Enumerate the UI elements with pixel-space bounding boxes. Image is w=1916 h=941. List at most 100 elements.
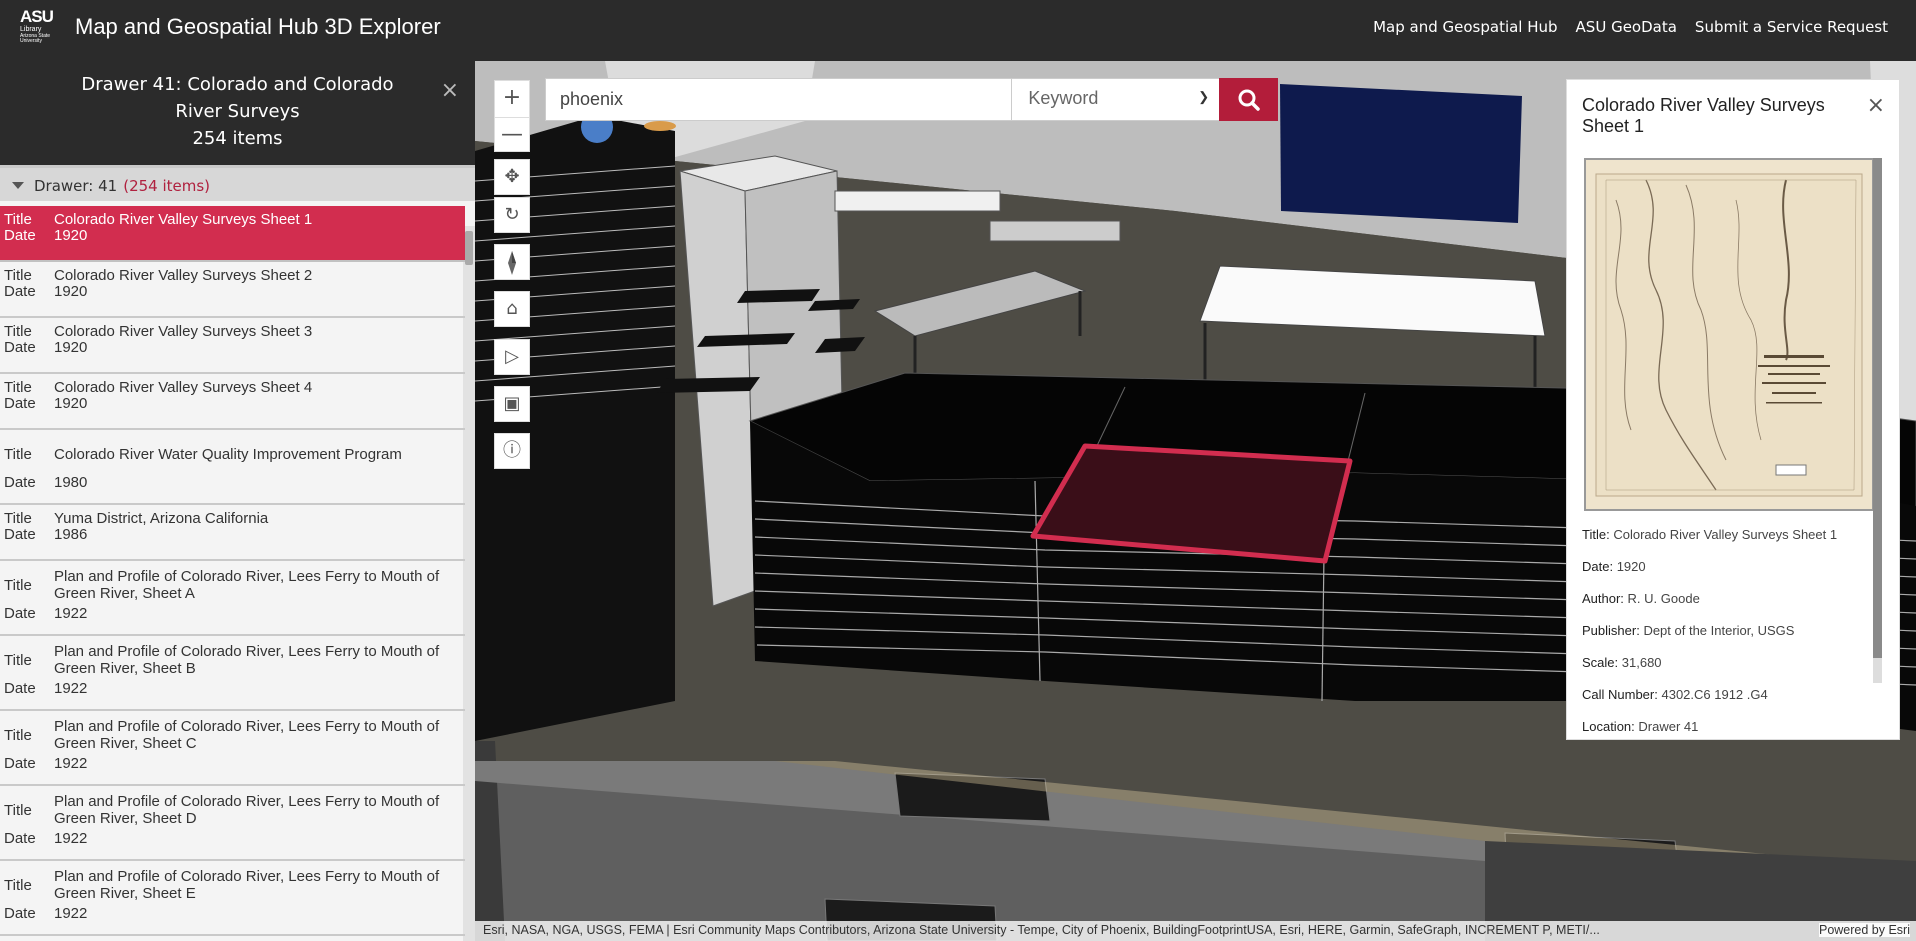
logo-library: Library (20, 26, 42, 33)
title-key: Title (4, 876, 32, 894)
attr-location: Location: Drawer 41 (1582, 719, 1882, 734)
compass-icon[interactable] (494, 244, 530, 280)
attr-label: Author: (1582, 591, 1624, 606)
play-tour-icon[interactable]: ▷ (494, 339, 530, 375)
attr-scale: Scale: 31,680 (1582, 655, 1882, 687)
list-item[interactable]: Title Plan and Profile of Colorado River,… (0, 861, 465, 936)
date-key: Date (4, 283, 36, 300)
map-sheet-image (1586, 160, 1872, 509)
drawer-title-line1: Drawer 41: Colorado and Colorado (81, 74, 394, 95)
home-icon[interactable]: ⌂ (494, 291, 530, 327)
date-key: Date (4, 605, 36, 622)
popup-title: Colorado River Valley Surveys Sheet 1 (1582, 95, 1825, 136)
title-key: Title (4, 445, 32, 463)
search-bar: Keyword ❯ (545, 78, 1279, 121)
list-item[interactable]: Title Colorado River Valley Surveys Sheet… (0, 374, 465, 430)
attr-label: Title: (1582, 527, 1610, 542)
nav-link-service-request[interactable]: Submit a Service Request (1695, 18, 1888, 36)
item-date: 1922 (54, 905, 88, 922)
zoom-in-button[interactable]: + (495, 81, 529, 117)
attr-title: Title: Colorado River Valley Surveys She… (1582, 527, 1882, 559)
list-item[interactable]: Title Plan and Profile of Colorado River,… (0, 636, 465, 711)
search-icon (1238, 89, 1260, 111)
attr-value: Drawer 41 (1638, 719, 1699, 734)
item-title: Plan and Profile of Colorado River, Lees… (54, 568, 440, 602)
close-icon[interactable]: × (441, 77, 459, 104)
pan-icon[interactable]: ✥ (494, 159, 530, 195)
title-key: Title (4, 801, 32, 819)
item-date: 1920 (54, 395, 88, 412)
date-key: Date (4, 830, 36, 847)
date-key: Date (4, 905, 36, 922)
chevron-down-icon: ❯ (1198, 89, 1210, 104)
item-date: 1920 (54, 283, 88, 300)
search-input[interactable] (546, 79, 1012, 120)
title-key: Title (4, 267, 32, 284)
group-label: Drawer: 41 (34, 177, 118, 195)
title-key: Title (4, 323, 32, 340)
logo-university: Arizona State University (20, 33, 51, 44)
item-title: Colorado River Valley Surveys Sheet 4 (54, 379, 313, 396)
item-popup: Colorado River Valley Surveys Sheet 1 × … (1566, 79, 1900, 740)
date-key: Date (4, 227, 36, 244)
list-item[interactable]: Title Colorado River Water Quality Improv… (0, 430, 465, 505)
attr-label: Call Number: (1582, 687, 1658, 702)
item-title: Plan and Profile of Colorado River, Lees… (54, 718, 440, 752)
attr-date: Date: 1920 (1582, 559, 1882, 591)
attr-publisher: Publisher: Dept of the Interior, USGS (1582, 623, 1882, 655)
date-key: Date (4, 339, 36, 356)
attr-label: Scale: (1582, 655, 1619, 670)
zoom-control: + — (494, 80, 530, 152)
date-key: Date (4, 395, 36, 412)
date-key: Date (4, 474, 36, 491)
nav-link-map-hub[interactable]: Map and Geospatial Hub (1373, 18, 1557, 36)
attr-author: Author: R. U. Goode (1582, 591, 1882, 623)
title-key: Title (4, 379, 32, 396)
attribution-text: Esri, NASA, NGA, USGS, FEMA | Esri Commu… (483, 923, 1600, 937)
list-item[interactable]: Title Colorado River Valley Surveys Sheet… (0, 206, 465, 262)
list-item[interactable]: Title Yuma District, Arizona California Da… (0, 505, 465, 561)
title-key: Title (4, 510, 32, 527)
item-title: Plan and Profile of Colorado River, Lees… (54, 868, 440, 902)
caret-down-icon (12, 182, 24, 189)
scrollbar-thumb[interactable] (465, 231, 473, 265)
info-icon[interactable]: ⓘ (494, 433, 530, 469)
attr-value: 4302.C6 1912 .G4 (1661, 687, 1768, 702)
search-type-select[interactable]: Keyword ❯ (1011, 79, 1219, 120)
drawer-title-line2: River Surveys (175, 101, 300, 122)
zoom-out-button[interactable]: — (495, 117, 529, 153)
item-date: 1920 (54, 227, 88, 244)
attr-label: Location: (1582, 719, 1635, 734)
rotate-icon[interactable]: ↻ (494, 197, 530, 233)
drawer-heading: Drawer 41: Colorado and Colorado River S… (0, 61, 475, 165)
item-title: Yuma District, Arizona California (54, 510, 269, 527)
app-header: ASU Library Arizona State University Map… (0, 0, 1916, 61)
list-item[interactable]: Title Colorado River Valley Surveys Sheet… (0, 262, 465, 318)
basemap-gallery-icon[interactable]: ▣ (494, 386, 530, 422)
asu-library-logo[interactable]: ASU Library Arizona State University (20, 8, 58, 52)
item-title: Colorado River Valley Surveys Sheet 2 (54, 267, 313, 284)
item-title: Plan and Profile of Colorado River, Lees… (54, 793, 440, 827)
powered-by-esri[interactable]: Powered by Esri (1818, 923, 1910, 937)
list-item[interactable]: Title Plan and Profile of Colorado River,… (0, 711, 465, 786)
title-key: Title (4, 726, 32, 744)
attr-value: 31,680 (1621, 655, 1662, 670)
attr-value: R. U. Goode (1627, 591, 1700, 606)
item-date: 1922 (54, 605, 88, 622)
logo-mark: ASU (20, 7, 54, 26)
map-thumbnail[interactable] (1584, 158, 1874, 511)
item-title: Plan and Profile of Colorado River, Lees… (54, 643, 440, 677)
attr-value: Colorado River Valley Surveys Sheet 1 (1613, 527, 1838, 542)
list-item[interactable]: Title Colorado River Valley Surveys Sheet… (0, 318, 465, 374)
item-title: Colorado River Valley Surveys Sheet 1 (54, 211, 313, 228)
search-button[interactable] (1219, 78, 1279, 121)
close-icon[interactable]: × (1867, 93, 1885, 118)
search-type-value: Keyword (1028, 88, 1099, 108)
nav-link-geodata[interactable]: ASU GeoData (1576, 18, 1677, 36)
group-header[interactable]: Drawer: 41 (254 items) (0, 165, 475, 201)
map-attribution[interactable]: Esri, NASA, NGA, USGS, FEMA | Esri Commu… (475, 921, 1916, 941)
list-item[interactable]: Title Plan and Profile of Colorado River,… (0, 786, 465, 861)
list-item[interactable]: Title Plan and Profile of Colorado River,… (0, 561, 465, 636)
attr-call-number: Call Number: 4302.C6 1912 .G4 (1582, 687, 1882, 719)
attr-value: Dept of the Interior, USGS (1643, 623, 1795, 638)
